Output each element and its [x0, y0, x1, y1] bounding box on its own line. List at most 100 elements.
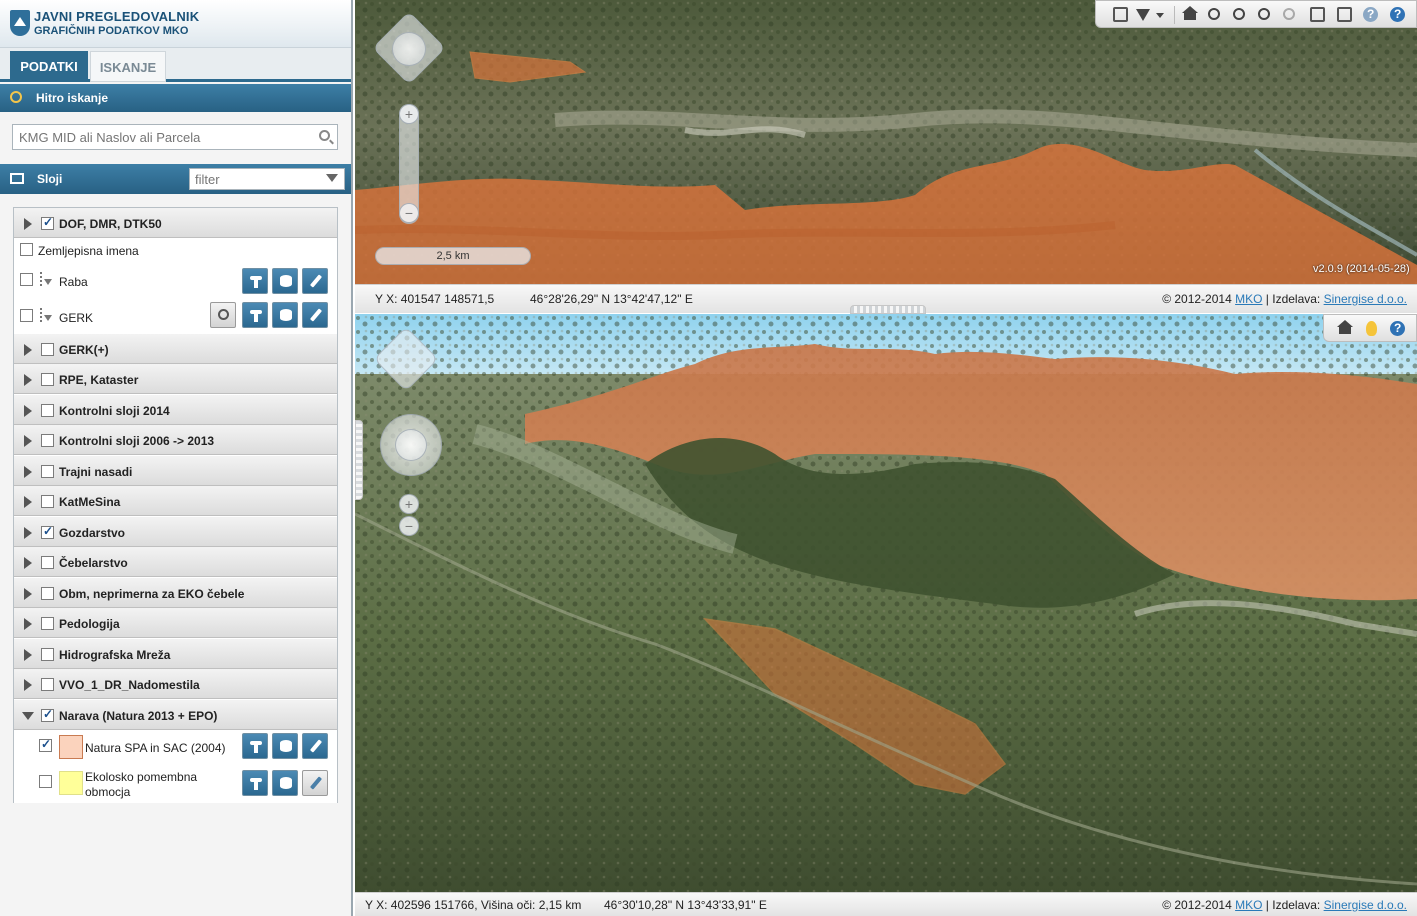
- zoom-in-button[interactable]: +: [399, 104, 419, 124]
- split-drag-handle[interactable]: [850, 305, 926, 314]
- expand-arrow-icon[interactable]: [24, 527, 32, 539]
- search-layer-button[interactable]: [210, 302, 236, 328]
- measure-icon[interactable]: [1310, 7, 1325, 22]
- filter-icon[interactable]: [326, 174, 338, 182]
- layer-checkbox[interactable]: [41, 707, 54, 722]
- layer-group-gozdarstvo[interactable]: Gozdarstvo: [14, 517, 337, 547]
- layer-checkbox[interactable]: [41, 556, 54, 569]
- download-icon[interactable]: [38, 272, 52, 288]
- map-2d-view[interactable]: + − 2,5 km v2.0.9 (2014-05-28): [355, 0, 1417, 284]
- zoom-in-3d-button[interactable]: +: [399, 494, 419, 514]
- layer-checkbox[interactable]: [41, 373, 54, 386]
- side-drag-handle[interactable]: [355, 420, 363, 500]
- zoom-previous-icon[interactable]: [1283, 8, 1295, 20]
- style-brush-button[interactable]: [302, 268, 328, 294]
- expand-arrow-icon[interactable]: [24, 588, 32, 600]
- text-style-button[interactable]: [242, 733, 268, 759]
- pan-center-button[interactable]: [392, 32, 426, 66]
- expand-arrow-icon[interactable]: [24, 218, 32, 230]
- tab-podatki[interactable]: PODATKI: [10, 51, 88, 82]
- sinergise-link[interactable]: Sinergise d.o.o.: [1324, 292, 1407, 306]
- expand-arrow-icon[interactable]: [24, 374, 32, 386]
- home-icon[interactable]: [1337, 320, 1353, 334]
- zoom-out-button[interactable]: −: [399, 203, 419, 223]
- tab-iskanje[interactable]: ISKANJE: [90, 51, 166, 82]
- expand-arrow-icon[interactable]: [24, 435, 32, 447]
- mko-link[interactable]: MKO: [1235, 292, 1262, 306]
- layer-checkbox[interactable]: [41, 343, 54, 356]
- database-button[interactable]: [272, 302, 298, 328]
- text-style-button[interactable]: [242, 268, 268, 294]
- expand-arrow-icon[interactable]: [24, 466, 32, 478]
- home-icon[interactable]: [1182, 6, 1198, 20]
- layer-group-gerk-plus[interactable]: GERK(+): [14, 334, 337, 364]
- layer-filter-input[interactable]: [195, 172, 315, 187]
- layer-checkbox[interactable]: [41, 587, 54, 600]
- database-button[interactable]: [272, 733, 298, 759]
- layer-group-narava[interactable]: Narava (Natura 2013 + EPO): [14, 700, 337, 730]
- sinergise-link[interactable]: Sinergise d.o.o.: [1324, 898, 1407, 912]
- expand-arrow-icon[interactable]: [24, 618, 32, 630]
- chevron-down-icon[interactable]: [1156, 13, 1164, 18]
- expand-arrow-icon[interactable]: [24, 557, 32, 569]
- mko-link[interactable]: MKO: [1235, 898, 1262, 912]
- quick-search-header[interactable]: Hitro iskanje: [0, 84, 351, 112]
- layer-checkbox[interactable]: [41, 524, 54, 539]
- help-icon[interactable]: [1390, 7, 1405, 22]
- filter-icon[interactable]: [1136, 9, 1150, 21]
- layer-group-kontrolni-2006-2013[interactable]: Kontrolni sloji 2006 -> 2013: [14, 425, 337, 455]
- download-icon[interactable]: [38, 308, 52, 324]
- layer-group-pedologija[interactable]: Pedologija: [14, 608, 337, 638]
- zoom-in-icon[interactable]: [1208, 8, 1220, 20]
- layer-group-hidrografska[interactable]: Hidrografska Mreža: [14, 639, 337, 669]
- text-style-button[interactable]: [242, 302, 268, 328]
- zoom-out-3d-button[interactable]: −: [399, 516, 419, 536]
- text-style-button[interactable]: [242, 770, 268, 796]
- help-icon[interactable]: [1390, 321, 1405, 336]
- database-button[interactable]: [272, 770, 298, 796]
- style-brush-button[interactable]: [302, 733, 328, 759]
- collapse-arrow-icon[interactable]: [22, 712, 34, 720]
- print-icon[interactable]: [1337, 7, 1352, 22]
- style-brush-button[interactable]: [302, 770, 328, 796]
- map-3d-view[interactable]: + −: [355, 314, 1417, 892]
- style-brush-button[interactable]: [302, 302, 328, 328]
- layer-checkbox[interactable]: [41, 404, 54, 417]
- layer-checkbox[interactable]: [20, 243, 33, 256]
- layer-checkbox[interactable]: [39, 737, 52, 752]
- expand-arrow-icon[interactable]: [24, 344, 32, 356]
- layer-group-kontrolni-2014[interactable]: Kontrolni sloji 2014: [14, 395, 337, 425]
- layer-checkbox[interactable]: [20, 273, 33, 286]
- expand-arrow-icon[interactable]: [24, 679, 32, 691]
- layer-checkbox[interactable]: [41, 495, 54, 508]
- zoom-extent-icon[interactable]: [1258, 8, 1270, 20]
- layer-group-vvo[interactable]: VVO_1_DR_Nadomestila: [14, 669, 337, 699]
- layer-checkbox[interactable]: [41, 648, 54, 661]
- globe-icon[interactable]: [1363, 7, 1378, 22]
- layer-group-dof[interactable]: DOF, DMR, DTK50: [14, 208, 337, 238]
- expand-arrow-icon[interactable]: [24, 649, 32, 661]
- layer-group-trajni-nasadi[interactable]: Trajni nasadi: [14, 456, 337, 486]
- database-button[interactable]: [272, 268, 298, 294]
- layer-checkbox[interactable]: [41, 434, 54, 447]
- layer-checkbox[interactable]: [39, 775, 52, 788]
- coordinates-readout: Y X: 401547 148571,5: [375, 292, 495, 306]
- rotate-center-button[interactable]: [395, 429, 427, 461]
- layer-checkbox[interactable]: [20, 309, 33, 322]
- layer-group-katmesina[interactable]: KatMeSina: [14, 486, 337, 516]
- layer-group-obm-eko-cebele[interactable]: Obm, neprimerna za EKO čebele: [14, 578, 337, 608]
- layer-checkbox[interactable]: [41, 465, 54, 478]
- info-icon[interactable]: [1113, 7, 1128, 22]
- quick-search-input[interactable]: [19, 129, 309, 146]
- layer-group-cebelarstvo[interactable]: Čebelarstvo: [14, 547, 337, 577]
- lightbulb-icon[interactable]: [1366, 321, 1377, 336]
- layer-checkbox[interactable]: [41, 678, 54, 691]
- layer-checkbox[interactable]: [41, 617, 54, 630]
- expand-arrow-icon[interactable]: [24, 496, 32, 508]
- layer-group-rpe-kataster[interactable]: RPE, Kataster: [14, 364, 337, 394]
- expand-arrow-icon[interactable]: [24, 405, 32, 417]
- search-icon[interactable]: [319, 130, 330, 141]
- zoom-out-icon[interactable]: [1233, 8, 1245, 20]
- layer-checkbox[interactable]: [41, 215, 54, 230]
- layer-group-label: Hidrografska Mreža: [59, 648, 171, 662]
